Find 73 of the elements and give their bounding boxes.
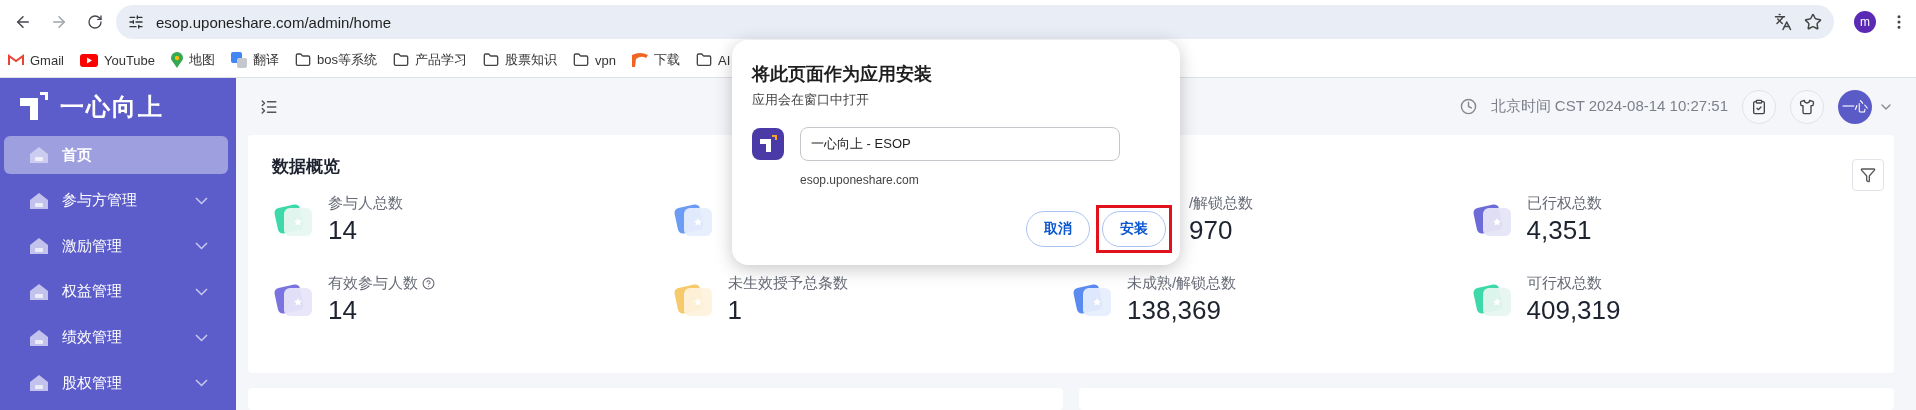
bookmark-link[interactable]: vpn xyxy=(573,52,616,68)
stat-label: 参与人总数 xyxy=(328,194,403,213)
url-text: esop.uponeshare.com/admin/home xyxy=(156,13,393,31)
help-icon[interactable] xyxy=(422,277,435,290)
time-text: 北京时间 CST 2024-08-14 10:27:51 xyxy=(1490,97,1728,116)
address-bar[interactable]: esop.uponeshare.com/admin/home xyxy=(116,5,1834,39)
folder-icon xyxy=(393,52,409,68)
clipboard-icon xyxy=(1751,98,1767,115)
bookmark-link[interactable]: 下载 xyxy=(632,51,680,69)
arrow-right-icon xyxy=(50,13,68,31)
stat-label: 可行权总数 xyxy=(1526,274,1602,293)
map-pin-icon xyxy=(171,52,184,68)
bookmark-link[interactable]: Gmail xyxy=(8,52,64,68)
folder-icon xyxy=(573,52,589,68)
sidebar-item[interactable]: 绩效管理 xyxy=(4,318,228,357)
profile-avatar[interactable]: m xyxy=(1854,11,1876,33)
app-icon xyxy=(752,128,784,160)
sidebar-item[interactable]: 权益管理 xyxy=(4,273,228,311)
site-settings-icon[interactable] xyxy=(128,14,144,30)
bookmark-link[interactable]: AI xyxy=(696,52,731,68)
dialog-subtitle: 应用会在窗口中打开 xyxy=(752,91,870,109)
folder-icon xyxy=(295,52,312,68)
flag-icon xyxy=(632,53,648,67)
chevron-icon xyxy=(195,379,208,388)
stat-label: 未成熟/解锁总数 xyxy=(1127,274,1237,293)
stat-value: 970 xyxy=(1189,215,1234,246)
stat-value: 138,369 xyxy=(1127,295,1222,326)
folder-icon xyxy=(696,52,712,68)
reload-icon xyxy=(87,14,103,30)
card-title: 数据概览 xyxy=(272,156,341,178)
sidebar-item[interactable]: 参与方管理 xyxy=(4,181,228,220)
stat-label: 已行权总数 xyxy=(1526,194,1602,213)
bookmark-link[interactable]: YouTube xyxy=(79,52,156,68)
chevron-icon xyxy=(195,333,208,342)
stat-label: /解锁总数 xyxy=(1189,194,1254,213)
app-name-field[interactable]: 一心向上 - ESOP xyxy=(800,127,1120,161)
translate-icon[interactable] xyxy=(1774,13,1792,31)
user-avatar[interactable]: 一心 xyxy=(1838,89,1872,124)
sidebar-item[interactable]: 股权管理 xyxy=(4,364,228,402)
bookmark-link[interactable]: 翻译 xyxy=(231,51,280,69)
domain-text: esop.uponeshare.com xyxy=(800,173,920,187)
dialog-button[interactable]: 安装 xyxy=(1102,211,1166,247)
bookmark-link[interactable]: 股票知识 xyxy=(483,51,557,69)
stat-value: 409,319 xyxy=(1526,295,1621,326)
stat-label: 有效参与人数 xyxy=(328,274,418,293)
translate-icon xyxy=(231,52,248,68)
logo-text: 一心向上 xyxy=(60,92,164,123)
play-icon xyxy=(79,53,98,67)
stat-value: 14 xyxy=(328,215,358,246)
stat-value: 14 xyxy=(328,295,358,326)
chevron-icon xyxy=(195,287,208,296)
dialog-button[interactable]: 取消 xyxy=(1026,211,1090,247)
stat-label: 未生效授予总条数 xyxy=(727,274,848,293)
collapse-sidebar-icon[interactable] xyxy=(260,97,278,116)
chevron-icon xyxy=(195,196,208,205)
theme-button[interactable] xyxy=(1790,89,1824,124)
clock-icon xyxy=(1459,98,1477,115)
task-button[interactable] xyxy=(1742,89,1776,124)
logo-icon xyxy=(20,92,50,123)
folder-icon xyxy=(483,52,499,68)
mail-icon xyxy=(8,54,24,66)
bookmark-link[interactable]: 产品学习 xyxy=(393,51,467,69)
stat-value: 4,351 xyxy=(1526,215,1593,246)
dialog-title: 将此页面作为应用安装 xyxy=(752,63,933,86)
stat-value: 1 xyxy=(727,295,743,326)
filter-button[interactable] xyxy=(1852,159,1884,191)
chevron-icon xyxy=(195,242,208,251)
sidebar-item[interactable]: 激励管理 xyxy=(4,227,228,266)
bookmark-star-icon[interactable] xyxy=(1804,13,1822,31)
bookmark-link[interactable]: 地图 xyxy=(171,51,216,69)
shirt-icon xyxy=(1799,98,1815,115)
filter-icon xyxy=(1860,167,1876,183)
bookmark-link[interactable]: bos等系统 xyxy=(295,51,377,69)
